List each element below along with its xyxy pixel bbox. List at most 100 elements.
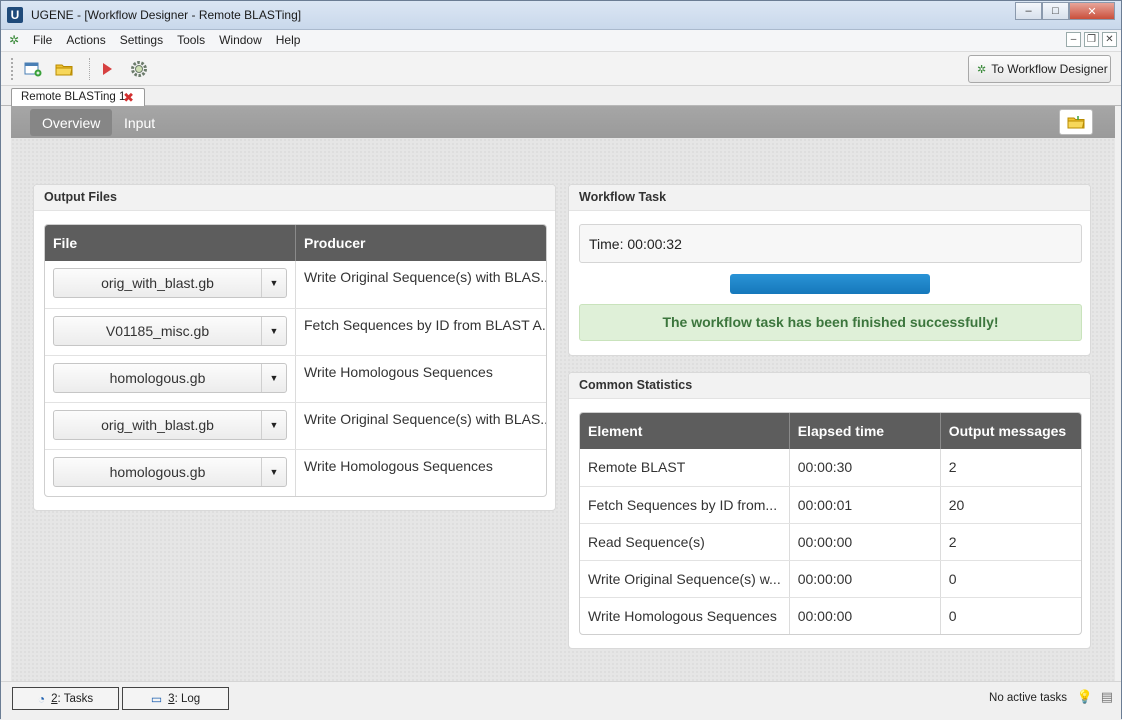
menu-bar: ✲ File Actions Settings Tools Window Hel…	[1, 30, 1121, 52]
toolbar-grip[interactable]	[11, 58, 13, 80]
producer-cell: Fetch Sequences by ID from BLAST A...	[295, 308, 546, 356]
notifications-icon[interactable]: ▤	[1101, 689, 1113, 705]
dashboard-tab-bar: Overview Input	[11, 106, 1115, 138]
statistics-table: Element Elapsed time Output messages Rem…	[579, 412, 1082, 635]
file-name: orig_with_blast.gb	[54, 410, 262, 439]
close-button[interactable]: ✕	[1069, 2, 1115, 20]
element-cell: Write Homologous Sequences	[580, 597, 790, 634]
element-cell: Read Sequence(s)	[580, 523, 790, 561]
log-button[interactable]: ▭ 3: Log	[122, 687, 229, 710]
table-row: Write Homologous Sequences 00:00:00 0	[580, 597, 1081, 634]
chevron-down-icon[interactable]: ▼	[262, 317, 286, 345]
output-messages-cell: 20	[940, 486, 1081, 524]
dashboard: Overview Input Output Files File Produce…	[11, 106, 1115, 681]
elapsed-time: Time: 00:00:32	[579, 224, 1082, 263]
ugene-window: U UGENE - [Workflow Designer - Remote BL…	[0, 0, 1122, 720]
table-row: homologous.gb ▼ Write Homologous Sequence…	[45, 355, 546, 403]
folder-icon	[1067, 115, 1085, 128]
maximize-button[interactable]: □	[1042, 2, 1069, 20]
workflow-task-panel: Workflow Task Time: 00:00:32 The workflo…	[568, 184, 1091, 356]
tab-remote-blasting-label: Remote BLASTing 1	[21, 91, 126, 103]
menu-file[interactable]: File	[33, 33, 52, 47]
lightbulb-icon[interactable]: 💡	[1077, 689, 1093, 705]
chevron-down-icon[interactable]: ▼	[262, 411, 286, 439]
toolbar-separator	[89, 58, 90, 80]
file-button[interactable]: homologous.gb ▼	[53, 456, 287, 487]
menu-tools[interactable]: Tools	[177, 33, 205, 47]
table-row: V01185_misc.gb ▼ Fetch Sequences by ID fr…	[45, 308, 546, 356]
menu-actions[interactable]: Actions	[66, 33, 105, 47]
element-cell: Write Original Sequence(s) w...	[580, 560, 790, 598]
status-message: The workflow task has been finished succ…	[579, 304, 1082, 341]
output-messages-cell: 0	[940, 560, 1081, 598]
status-bar: ◔ 2: Tasks ▭ 3: Log No active tasks 💡 ▤	[1, 681, 1121, 720]
run-icon[interactable]	[95, 57, 119, 81]
column-output-messages: Output messages	[940, 413, 1081, 449]
chevron-down-icon[interactable]: ▼	[262, 269, 286, 297]
tasks-label: : Tasks	[57, 692, 94, 705]
to-workflow-designer-label: To Workflow Designer	[991, 62, 1108, 76]
table-row: Write Original Sequence(s) w... 00:00:00…	[580, 560, 1081, 598]
table-row: Remote BLAST 00:00:30 2	[580, 449, 1081, 487]
tab-remote-blasting[interactable]: Remote BLASTing 1 ✖	[11, 88, 145, 107]
to-workflow-designer-button[interactable]: ✲ To Workflow Designer	[968, 55, 1111, 83]
file-name: homologous.gb	[54, 363, 262, 392]
column-producer: Producer	[295, 225, 546, 261]
mdi-close-button[interactable]: ✕	[1102, 32, 1117, 47]
book-icon: ▭	[150, 691, 163, 706]
minimize-button[interactable]: –	[1015, 2, 1042, 20]
mdi-controls: – ❐ ✕	[1063, 32, 1117, 47]
producer-cell: Write Original Sequence(s) with BLAS...	[295, 402, 546, 450]
output-files-panel: Output Files File Producer orig_with_bla…	[33, 184, 556, 511]
producer-cell: Write Homologous Sequences	[304, 457, 493, 474]
new-workflow-icon[interactable]	[21, 57, 45, 81]
elapsed-time-cell: 00:00:00	[789, 560, 941, 598]
producer-cell: Write Original Sequence(s) with BLAS...	[295, 261, 546, 309]
elapsed-time-cell: 00:00:01	[789, 486, 941, 524]
progress-bar	[730, 274, 930, 294]
title-bar: U UGENE - [Workflow Designer - Remote BL…	[1, 1, 1121, 30]
output-messages-cell: 2	[940, 449, 1081, 487]
settings-gear-icon[interactable]	[127, 57, 151, 81]
table-row: orig_with_blast.gb ▼ Write Original Seque…	[45, 261, 546, 309]
menu-window[interactable]: Window	[219, 33, 262, 47]
mdi-restore-button[interactable]: ❐	[1084, 32, 1099, 47]
open-folder-icon[interactable]	[52, 57, 76, 81]
mdi-minimize-button[interactable]: –	[1066, 32, 1081, 47]
common-statistics-panel: Common Statistics Element Elapsed time O…	[568, 372, 1091, 649]
workflow-task-title: Workflow Task	[569, 185, 1090, 211]
table-row: Read Sequence(s) 00:00:00 2	[580, 523, 1081, 561]
file-button[interactable]: orig_with_blast.gb ▼	[53, 268, 287, 298]
workflow-designer-icon: ✲	[977, 63, 987, 76]
document-tab-bar: Remote BLASTing 1 ✖	[1, 86, 1121, 107]
file-name: orig_with_blast.gb	[54, 269, 262, 297]
chevron-down-icon[interactable]: ▼	[262, 458, 286, 486]
ugene-logo-icon: U	[7, 7, 23, 23]
toolbar: ✲ To Workflow Designer	[1, 52, 1121, 86]
tab-close-icon[interactable]: ✖	[123, 90, 134, 106]
element-cell: Fetch Sequences by ID from...	[580, 486, 790, 524]
open-output-folder-button[interactable]	[1059, 109, 1093, 135]
file-button[interactable]: V01185_misc.gb ▼	[53, 315, 287, 346]
file-button[interactable]: homologous.gb ▼	[53, 362, 287, 393]
common-statistics-title: Common Statistics	[569, 373, 1090, 399]
clock-icon: ◔	[37, 691, 46, 706]
elapsed-time-cell: 00:00:00	[789, 523, 941, 561]
tab-overview[interactable]: Overview	[30, 109, 113, 136]
elapsed-time-cell: 00:00:30	[789, 449, 941, 487]
tasks-button[interactable]: ◔ 2: Tasks	[12, 687, 119, 710]
output-messages-cell: 0	[948, 607, 957, 624]
tab-input[interactable]: Input	[112, 109, 167, 136]
column-file: File	[45, 225, 296, 261]
file-button[interactable]: orig_with_blast.gb ▼	[53, 409, 287, 440]
log-label: : Log	[174, 692, 201, 705]
table-row: Fetch Sequences by ID from... 00:00:01 2…	[580, 486, 1081, 524]
chevron-down-icon[interactable]: ▼	[262, 364, 286, 392]
elapsed-time-cell: 00:00:00	[789, 597, 941, 634]
output-messages-cell: 2	[940, 523, 1081, 561]
menu-settings[interactable]: Settings	[120, 33, 163, 47]
window-title: UGENE - [Workflow Designer - Remote BLAS…	[31, 8, 302, 22]
progress-bar-fill	[730, 274, 930, 294]
element-cell: Remote BLAST	[580, 449, 790, 487]
menu-help[interactable]: Help	[276, 33, 301, 47]
